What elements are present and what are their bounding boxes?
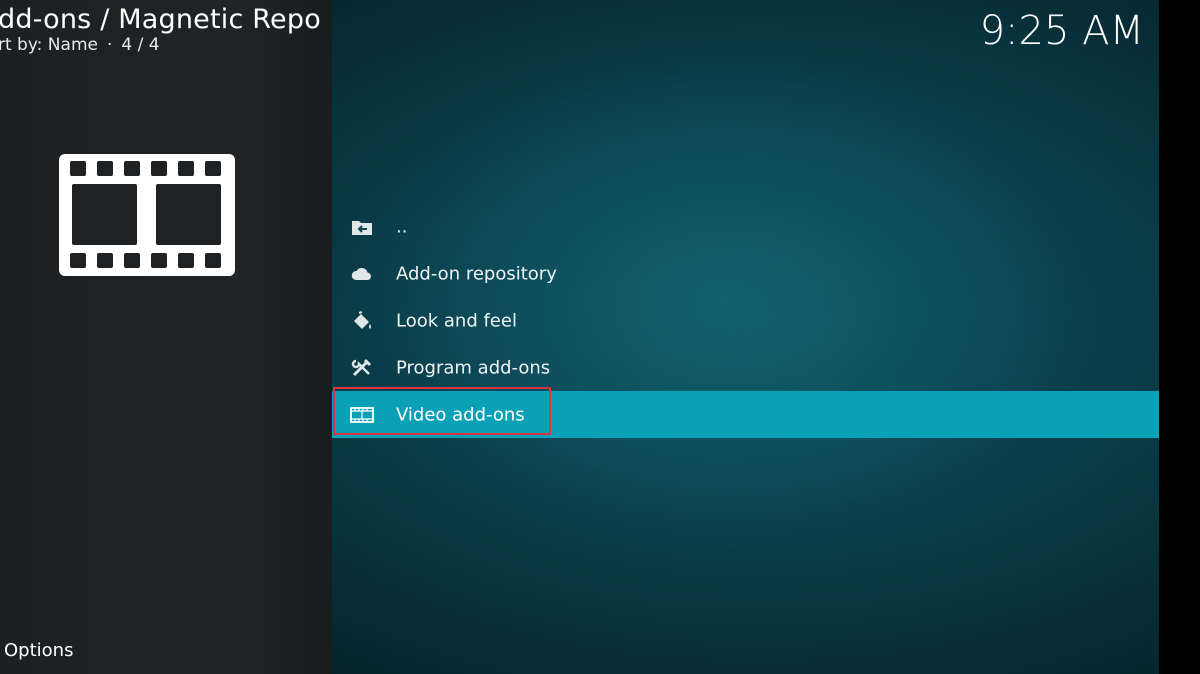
- list-item-label: Add-on repository: [396, 263, 557, 285]
- list-item-look-and-feel[interactable]: Look and feel: [332, 298, 1159, 345]
- separator: ·: [106, 35, 113, 55]
- sort-label[interactable]: rt by: Name: [0, 35, 98, 55]
- item-count: 4 / 4: [121, 35, 160, 55]
- list-item-label: ..: [396, 216, 408, 238]
- list-item-video-addons[interactable]: Video add-ons: [332, 391, 1159, 438]
- film-strip-icon: [59, 154, 235, 276]
- list-item-addon-repository[interactable]: Add-on repository: [332, 251, 1159, 298]
- paint-bucket-icon: [354, 311, 371, 329]
- tools-icon: [351, 358, 372, 376]
- addon-list: .. Add-on repository Look and feel Progr…: [332, 204, 1159, 438]
- page-title: dd-ons / Magnetic Repo: [0, 4, 321, 35]
- info-panel: [0, 0, 332, 674]
- clock: 9:25 AM: [979, 8, 1144, 54]
- options-button[interactable]: Options: [4, 640, 73, 661]
- list-item-label: Video add-ons: [396, 404, 525, 426]
- list-item-program-addons[interactable]: Program add-ons: [332, 344, 1159, 391]
- list-item-parent[interactable]: ..: [332, 204, 1159, 251]
- list-item-label: Look and feel: [396, 310, 517, 332]
- kodi-screen: dd-ons / Magnetic Repo rt by: Name · 4 / 4…: [0, 0, 1159, 674]
- film-icon: [350, 406, 374, 423]
- list-item-label: Program add-ons: [396, 357, 551, 379]
- cloud-icon: [351, 268, 371, 281]
- sort-info: rt by: Name · 4 / 4: [0, 35, 160, 55]
- folder-back-icon: [352, 221, 372, 236]
